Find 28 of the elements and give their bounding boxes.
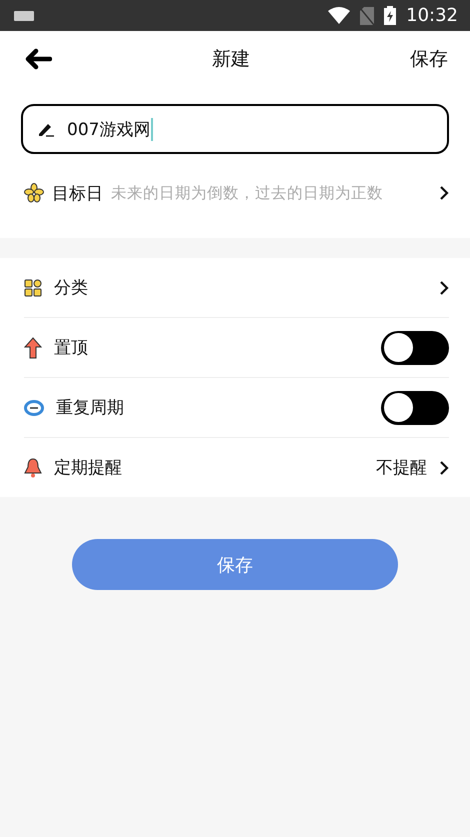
target-date-row[interactable]: 目标日 未来的日期为倒数，过去的日期为正数 xyxy=(0,162,470,224)
pencil-icon xyxy=(37,121,55,137)
bell-icon xyxy=(24,458,42,478)
grid-icon xyxy=(24,278,42,296)
setting-label: 置顶 xyxy=(54,337,88,359)
setting-value: 不提醒 xyxy=(376,457,427,479)
target-date-hint: 未来的日期为倒数，过去的日期为正数 xyxy=(111,182,384,204)
toggle-switch[interactable] xyxy=(381,330,449,364)
up-arrow-icon xyxy=(24,336,42,358)
target-date-label: 目标日 xyxy=(52,182,103,204)
setting-label: 分类 xyxy=(54,277,88,299)
wifi-icon xyxy=(328,7,350,24)
save-link[interactable]: 保存 xyxy=(410,46,448,72)
flower-icon xyxy=(24,183,44,203)
chevron-right-icon xyxy=(439,280,449,296)
keyboard-icon xyxy=(14,10,34,20)
setting-label: 重复周期 xyxy=(56,397,124,419)
page-title: 新建 xyxy=(212,46,250,72)
toggle-switch[interactable] xyxy=(381,390,449,424)
no-sim-icon xyxy=(360,6,374,24)
setting-label: 定期提醒 xyxy=(54,457,122,479)
repeat-icon xyxy=(24,400,44,416)
battery-icon xyxy=(384,6,396,25)
chevron-right-icon xyxy=(439,460,449,476)
name-input-field[interactable]: 007游戏网 xyxy=(21,104,449,154)
clock-time: 10:32 xyxy=(406,5,458,26)
back-arrow-icon[interactable] xyxy=(24,48,52,70)
chevron-right-icon xyxy=(439,185,449,201)
